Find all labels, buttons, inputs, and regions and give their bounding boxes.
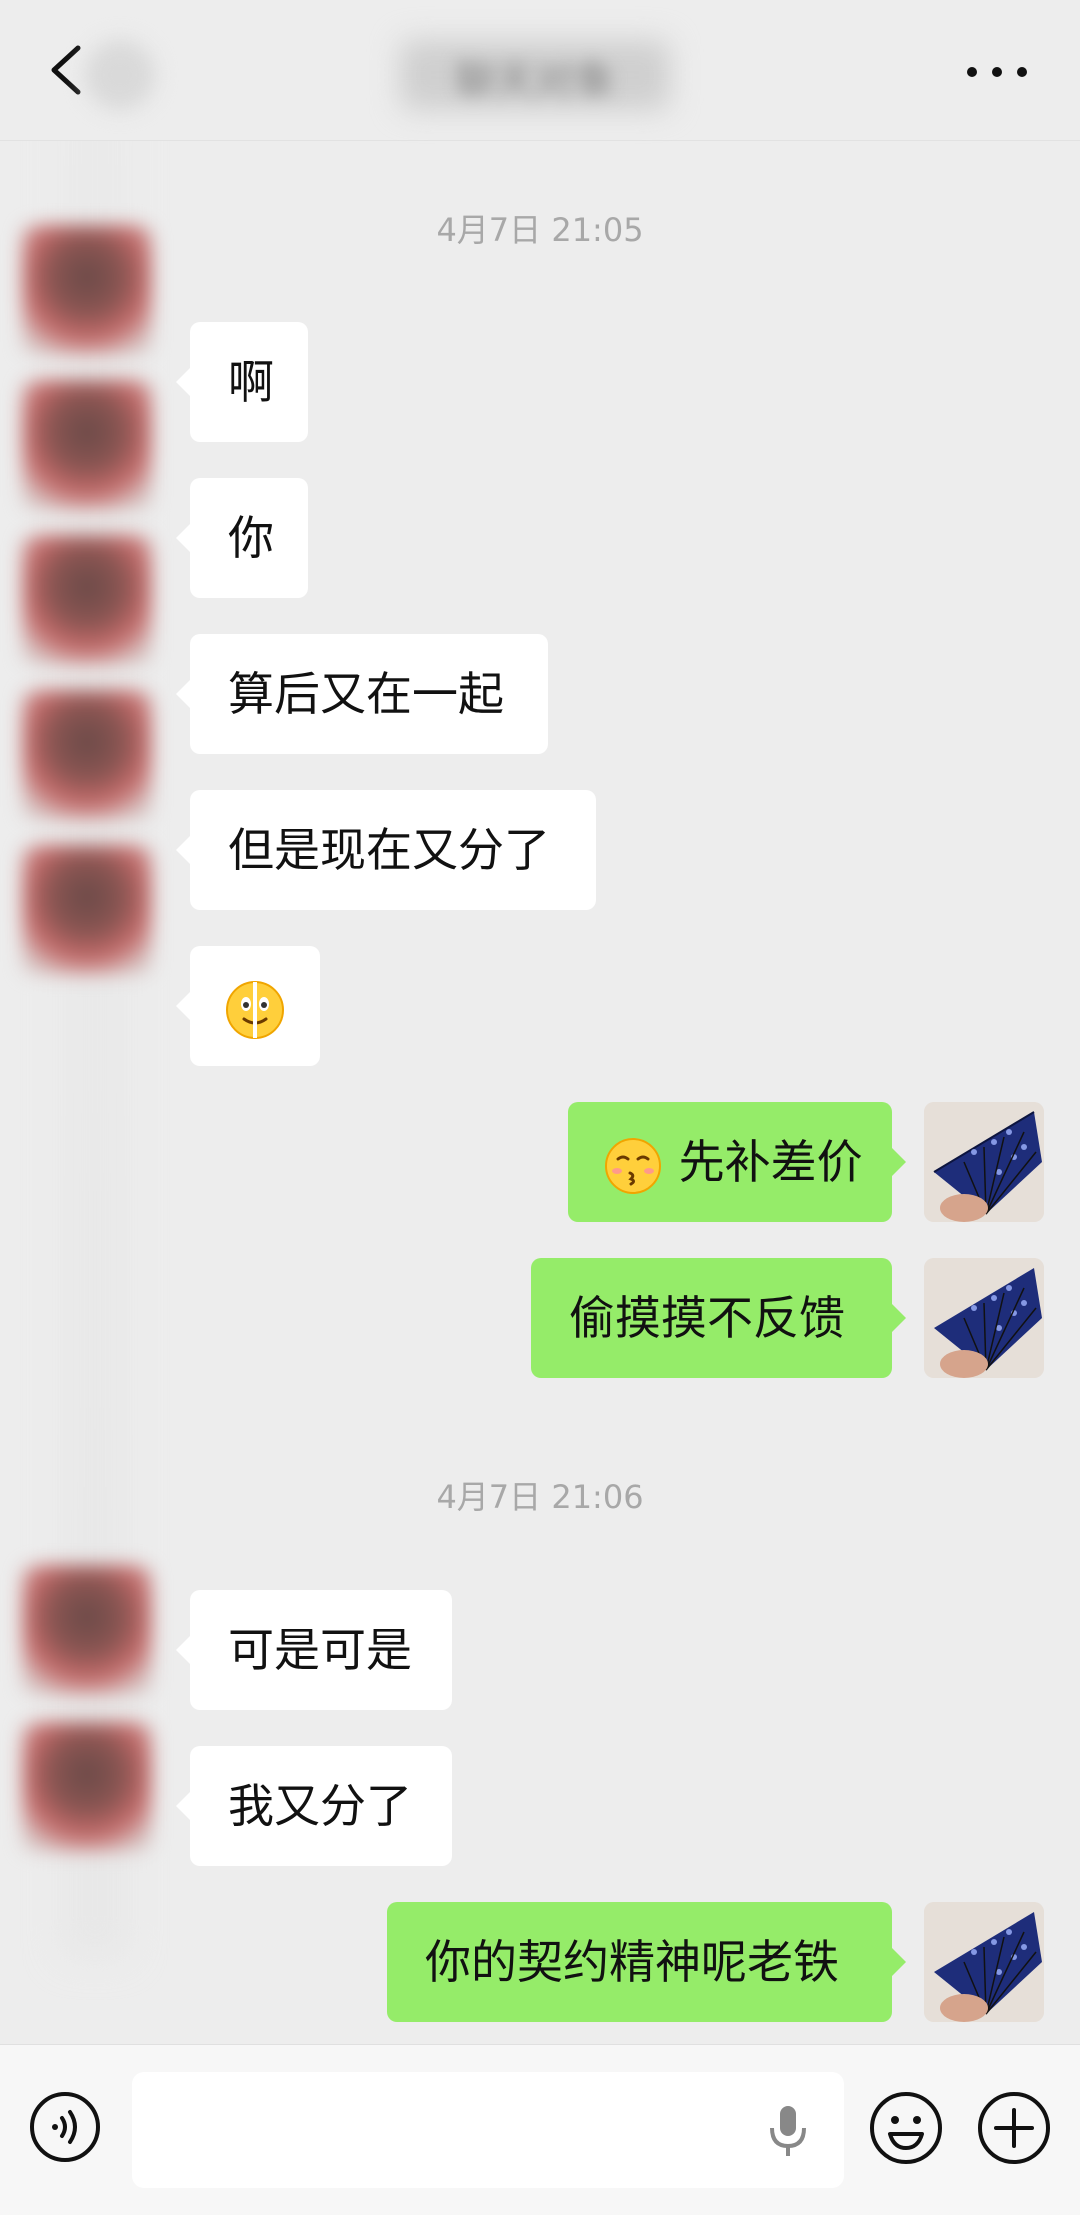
message-timestamp: 4月7日 21:05 (436, 211, 644, 249)
user-avatar[interactable] (924, 1102, 1044, 1222)
smiley-icon[interactable] (868, 2090, 944, 2166)
chat-header: 聊天对象 (0, 0, 1080, 141)
message-text: 你 (228, 511, 274, 565)
message-bubble-outgoing[interactable]: 先补差价 (568, 1102, 906, 1222)
more-horizontal-icon[interactable] (962, 52, 1032, 92)
message-text: 我又分了 (228, 1779, 412, 1833)
contact-avatar[interactable] (22, 225, 152, 355)
contact-avatar[interactable] (22, 845, 152, 975)
user-avatar[interactable] (924, 1902, 1044, 2022)
kissing-face-emoji (605, 1137, 661, 1194)
folding-fan-image (924, 1258, 1044, 1378)
message-text: 啊 (228, 355, 274, 409)
voice-icon[interactable] (28, 2090, 102, 2164)
contact-avatar-blurred (85, 40, 155, 110)
message-input[interactable] (132, 2072, 844, 2188)
contact-avatar[interactable] (22, 535, 152, 665)
message-bubble-incoming[interactable]: 但是现在又分了 (176, 790, 596, 910)
message-bubble-incoming[interactable]: 你 (176, 478, 308, 598)
folding-fan-image (924, 1102, 1044, 1222)
chat-title: 聊天对象 (455, 58, 615, 104)
message-bubble-incoming[interactable]: 算后又在一起 (176, 634, 548, 754)
contact-avatar[interactable] (22, 1722, 152, 1852)
folding-fan-image (924, 1902, 1044, 2022)
contact-avatar[interactable] (22, 690, 152, 820)
message-bubble-incoming[interactable]: 可是可是 (176, 1590, 452, 1710)
message-text: 算后又在一起 (228, 667, 504, 721)
contact-avatar[interactable] (22, 1565, 152, 1695)
message-timestamp: 4月7日 21:06 (436, 1478, 644, 1516)
message-text: 先补差价 (678, 1135, 863, 1189)
message-text: 你的契约精神呢老铁 (425, 1935, 839, 1989)
plus-circle-icon[interactable] (976, 2090, 1052, 2166)
user-avatar[interactable] (924, 1258, 1044, 1378)
microphone-icon[interactable] (760, 2100, 816, 2160)
message-bubble-incoming[interactable] (176, 946, 320, 1066)
message-text: 但是现在又分了 (228, 823, 550, 877)
message-bubble-outgoing[interactable]: 你的契约精神呢老铁 (387, 1902, 906, 2022)
message-bubble-outgoing[interactable]: 偷摸摸不反馈 (531, 1258, 906, 1378)
contact-avatar[interactable] (22, 380, 152, 510)
melting-face-emoji (226, 980, 284, 1039)
message-bubble-incoming[interactable]: 我又分了 (176, 1746, 452, 1866)
message-text: 可是可是 (228, 1623, 412, 1677)
message-bubble-incoming[interactable]: 啊 (176, 322, 308, 442)
message-text: 偷摸摸不反馈 (569, 1291, 845, 1345)
